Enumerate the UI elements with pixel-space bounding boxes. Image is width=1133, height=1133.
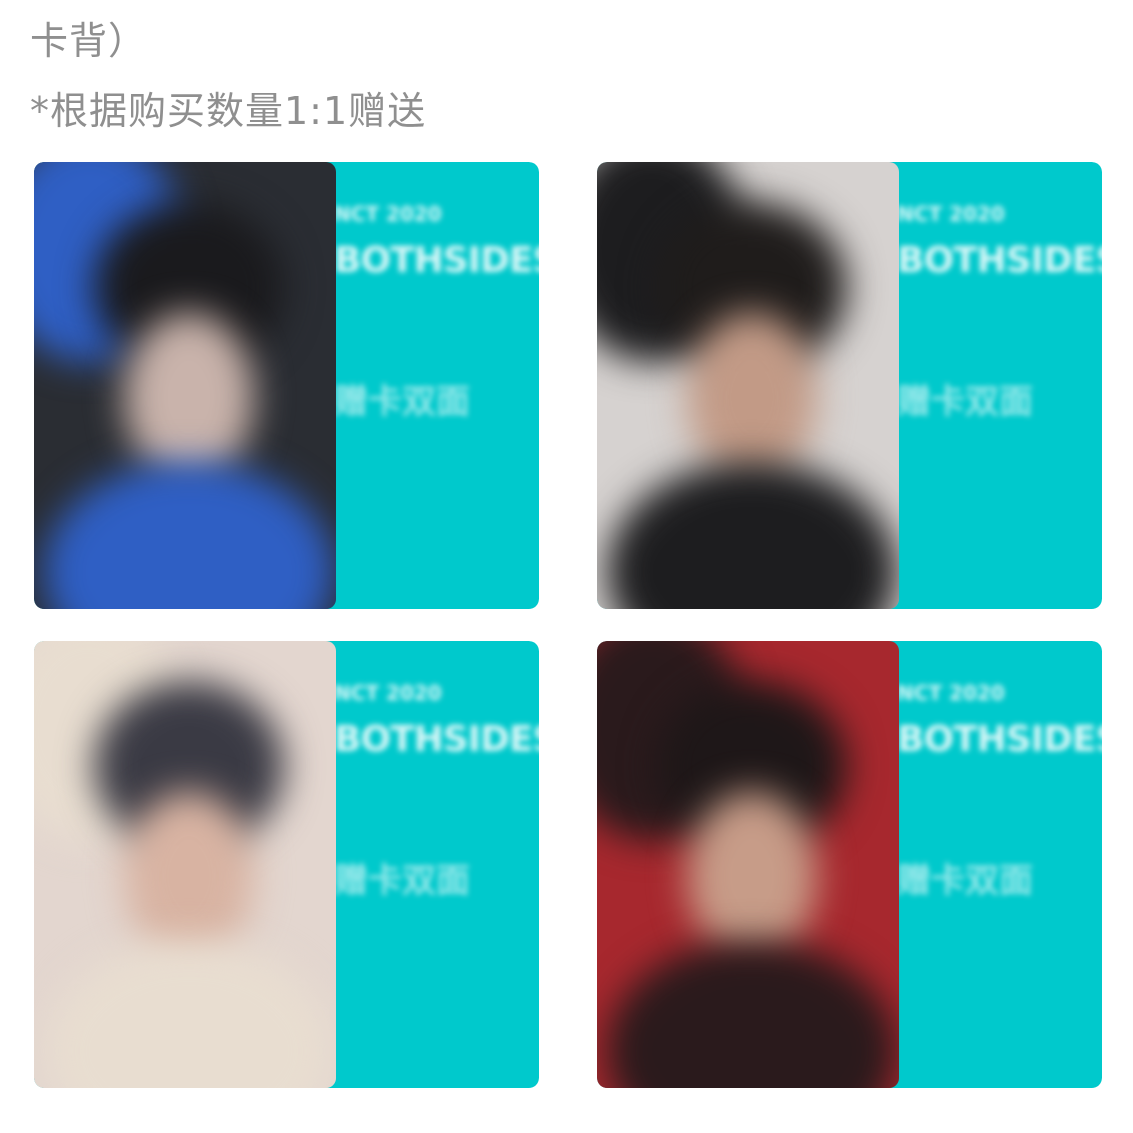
photo-blur-body	[44, 462, 334, 609]
card-back-title: BOTHSIDES	[334, 719, 539, 760]
card-photo	[34, 162, 336, 609]
card-photo	[34, 641, 336, 1088]
photo-blur-body	[607, 941, 897, 1088]
card-back-small-text: NCT 2020	[897, 681, 1005, 705]
card-photo	[597, 641, 899, 1088]
card-back-caption: 赠卡双面	[897, 382, 1033, 422]
card-back-title: BOTHSIDES	[897, 240, 1102, 281]
photocard-1[interactable]: NCT 2020 BOTHSIDES 赠卡双面	[34, 162, 539, 609]
card-back-title: BOTHSIDES	[897, 719, 1102, 760]
header-line-2: *根据购买数量1:1赠送	[30, 89, 427, 133]
photo-blur-body	[607, 462, 897, 609]
card-photo	[597, 162, 899, 609]
card-back-caption: 赠卡双面	[334, 382, 470, 422]
photo-blur-body	[44, 941, 334, 1088]
card-back-small-text: NCT 2020	[334, 681, 442, 705]
photo-blur-skin	[687, 312, 817, 482]
photo-blur-skin	[124, 791, 254, 961]
header-line-1: 卡背）	[30, 19, 148, 63]
card-back-small-text: NCT 2020	[897, 202, 1005, 226]
card-back-small-text: NCT 2020	[334, 202, 442, 226]
photo-blur-skin	[687, 791, 817, 961]
photo-blur-skin	[124, 312, 254, 482]
card-back-title: BOTHSIDES	[334, 240, 539, 281]
card-back-caption: 赠卡双面	[334, 861, 470, 901]
photocard-2[interactable]: NCT 2020 BOTHSIDES 赠卡双面	[597, 162, 1102, 609]
photocard-4[interactable]: NCT 2020 BOTHSIDES 赠卡双面	[597, 641, 1102, 1088]
page: 卡背） *根据购买数量1:1赠送 NCT 2020 BOTHSIDES 赠卡双面…	[0, 0, 1133, 1133]
photocard-3[interactable]: NCT 2020 BOTHSIDES 赠卡双面	[34, 641, 539, 1088]
card-back-caption: 赠卡双面	[897, 861, 1033, 901]
